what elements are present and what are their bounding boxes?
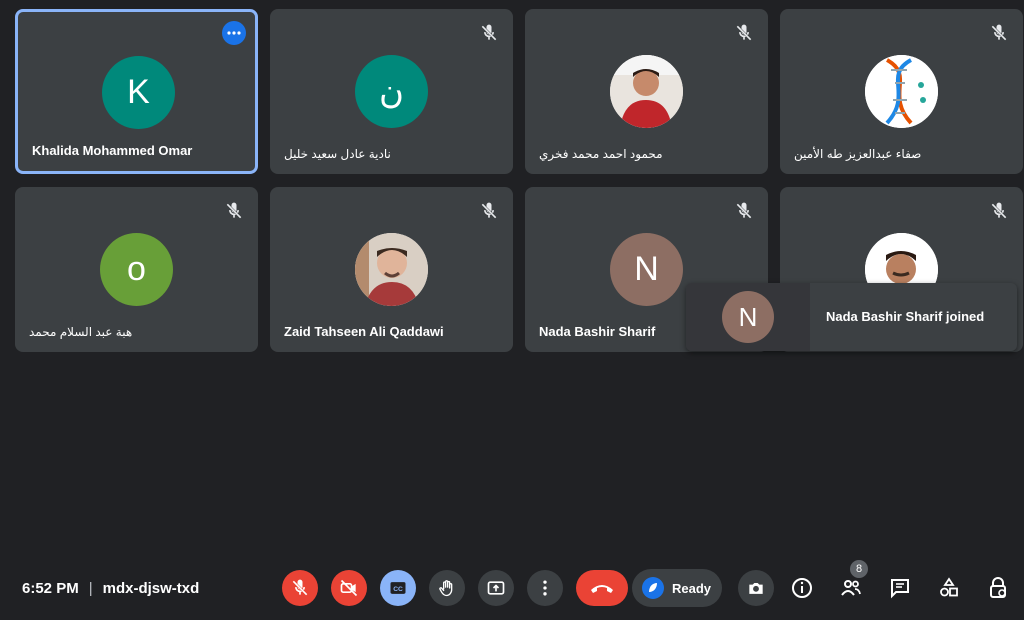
closed-captions-icon: CC [390,582,406,594]
people-count-badge: 8 [850,560,868,578]
leave-call-button[interactable] [576,570,628,606]
avatar: o [100,233,173,306]
mic-off-icon [736,24,752,41]
avatar: N [722,291,774,343]
participant-tile[interactable]: ن نادية عادل سعيد خليل [270,9,513,174]
participant-tile[interactable]: Zaid Tahseen Ali Qaddawi [270,187,513,352]
participant-name: Zaid Tahseen Ali Qaddawi [284,324,444,339]
present-to-all-icon [487,581,505,595]
participant-name: Nada Bashir Sharif [539,324,656,339]
participant-tile[interactable]: o هبة عبد السلام محمد [15,187,258,352]
activities-icon[interactable] [937,576,961,600]
participant-tile[interactable]: K Khalida Mohammed Omar [15,9,258,174]
mic-off-icon [991,202,1007,219]
call-end-icon [591,585,613,593]
more-vert-icon [543,580,547,596]
mic-off-icon [292,579,308,596]
avatar-photo [610,55,683,128]
mic-off-icon [736,202,752,219]
participant-name: محمود احمد محمد فخري [539,147,663,161]
meeting-code: mdx-djsw-txd [102,580,200,597]
info-icon[interactable] [790,576,814,600]
ready-status-button[interactable]: Ready [632,569,722,607]
camera-icon [749,583,763,594]
more-options-button[interactable] [527,570,563,606]
participant-name: نادية عادل سعيد خليل [284,147,391,161]
participant-tile[interactable]: صفاء عبدالعزيز طه الأمين [780,9,1023,174]
microphone-toggle-button[interactable] [282,570,318,606]
avatar-photo [355,233,428,306]
participant-name: Khalida Mohammed Omar [32,143,193,158]
host-controls-icon[interactable] [986,576,1010,600]
clock-time: 6:52 PM [22,580,79,597]
separator: | [88,580,93,597]
participant-tile[interactable]: محمود احمد محمد فخري [525,9,768,174]
avatar-photo [865,55,938,128]
leaf-icon [642,577,664,599]
people-icon[interactable] [839,576,863,600]
avatar: K [102,56,175,129]
videocam-off-icon [340,579,358,597]
more-dots-icon [227,31,241,35]
captions-button[interactable]: CC [380,570,416,606]
participant-name: هبة عبد السلام محمد [29,325,133,339]
participant-name: صفاء عبدالعزيز طه الأمين [794,147,922,161]
mic-off-icon [481,202,497,219]
chat-icon[interactable] [888,576,912,600]
mic-off-icon [481,24,497,41]
avatar: N [610,233,683,306]
raise-hand-button[interactable] [429,570,465,606]
snapshot-button[interactable] [738,570,774,606]
join-notification: N Nada Bashir Sharif joined [686,283,1017,351]
mic-off-icon [226,202,242,219]
mic-off-icon [991,24,1007,41]
present-screen-button[interactable] [478,570,514,606]
hand-icon [439,580,453,597]
svg-text:CC: CC [393,586,403,593]
more-options-button[interactable] [222,21,246,45]
toast-avatar-area: N [686,283,810,351]
ready-label: Ready [672,580,712,596]
meeting-info: 6:52 PM | mdx-djsw-txd [22,580,199,597]
toast-message: Nada Bashir Sharif joined [826,309,985,324]
camera-toggle-button[interactable] [331,570,367,606]
avatar: ن [355,55,428,128]
